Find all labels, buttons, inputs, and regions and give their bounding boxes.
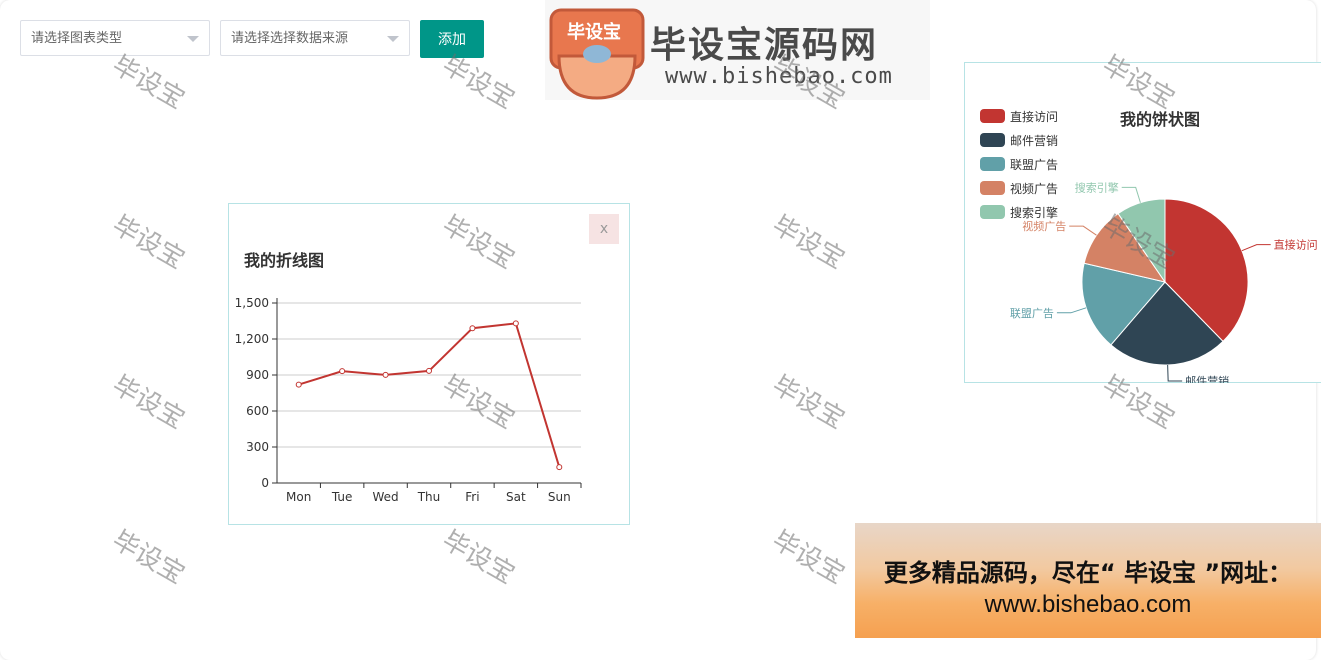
logo-badge-text: 毕设宝 bbox=[567, 22, 621, 43]
data-point bbox=[556, 464, 563, 471]
chart-type-placeholder: 请选择图表类型 bbox=[31, 31, 123, 46]
data-point bbox=[382, 371, 389, 378]
slice-label-line bbox=[1056, 307, 1087, 314]
data-source-placeholder: 请选择选择数据来源 bbox=[231, 31, 349, 46]
data-point bbox=[469, 325, 476, 332]
x-tick-label: Mon bbox=[286, 490, 311, 504]
chevron-down-icon bbox=[187, 36, 199, 42]
x-tick-label: Thu bbox=[417, 490, 441, 504]
y-tick-label: 1,500 bbox=[235, 296, 269, 310]
slice-label: 邮件营销 bbox=[1185, 374, 1229, 383]
slice-label: 直接访问 bbox=[1274, 238, 1318, 252]
slice-label-line bbox=[1167, 364, 1183, 382]
logo-title: 毕设宝源码网 bbox=[650, 25, 879, 66]
x-tick-label: Sat bbox=[506, 490, 526, 504]
data-source-select[interactable]: 请选择选择数据来源 bbox=[220, 20, 410, 56]
data-point bbox=[339, 368, 346, 375]
series-line bbox=[298, 322, 561, 468]
y-tick-label: 600 bbox=[246, 404, 269, 418]
pie-chart: 直接访问邮件营销 联盟广告 视频广告 搜索引擎 bbox=[1010, 180, 1318, 383]
logo-url: www.bishebao.com bbox=[665, 64, 893, 89]
slice-label-line bbox=[1241, 244, 1271, 252]
line-chart: 0 300 600 900 1,200 1,500 Mon Tue Wed Thu Fri Sat Su… bbox=[235, 296, 582, 504]
slice-label-line bbox=[1069, 225, 1097, 236]
promo-url: www.bishebao.com bbox=[984, 591, 1192, 618]
data-point bbox=[512, 320, 519, 327]
y-tick-label: 1,200 bbox=[235, 332, 269, 346]
promo-banner: 更多精品源码，尽在“ 毕设宝 ”网址： www.bishebao.com bbox=[855, 523, 1321, 638]
slice-label: 视频广告 bbox=[1022, 219, 1066, 233]
x-tick-label: Wed bbox=[372, 490, 398, 504]
y-tick-label: 0 bbox=[261, 476, 269, 490]
slice-label-line bbox=[1121, 186, 1141, 203]
data-point bbox=[426, 367, 432, 374]
data-point bbox=[295, 381, 302, 388]
slice-label: 搜索引擎 bbox=[1075, 180, 1119, 194]
y-tick-label: 900 bbox=[246, 368, 269, 382]
chart-type-select[interactable]: 请选择图表类型 bbox=[20, 20, 210, 56]
promo-text: 更多精品源码，尽在“ 毕设宝 ”网址： bbox=[883, 559, 1293, 587]
y-tick-label: 300 bbox=[246, 440, 269, 454]
x-tick-label: Sun bbox=[548, 490, 571, 504]
chevron-down-icon bbox=[387, 36, 399, 42]
slice-label: 联盟广告 bbox=[1010, 307, 1054, 320]
x-tick-label: Tue bbox=[331, 490, 353, 504]
add-button[interactable]: 添加 bbox=[420, 20, 484, 58]
x-tick-label: Fri bbox=[465, 490, 479, 504]
